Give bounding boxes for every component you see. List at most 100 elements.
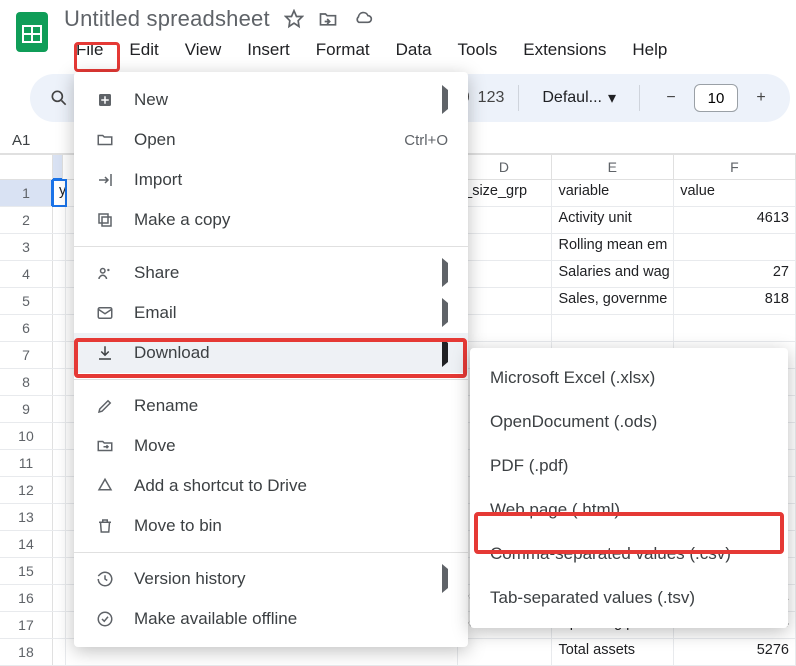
file-menu-version-history[interactable]: Version history: [74, 559, 468, 599]
cell[interactable]: [458, 234, 552, 260]
cell[interactable]: value: [674, 180, 796, 206]
cell[interactable]: [53, 207, 66, 233]
cell[interactable]: [674, 234, 796, 260]
menu-format[interactable]: Format: [304, 36, 382, 64]
cell[interactable]: 4613: [674, 207, 796, 233]
row-head[interactable]: 14: [0, 531, 53, 557]
cell[interactable]: [53, 477, 66, 503]
cloud-status-icon[interactable]: [352, 9, 374, 29]
move-folder-icon[interactable]: [318, 9, 338, 29]
doc-title[interactable]: Untitled spreadsheet: [64, 6, 270, 32]
cell[interactable]: [53, 396, 66, 422]
cell[interactable]: 818: [674, 288, 796, 314]
cell[interactable]: Activity unit: [552, 207, 674, 233]
row-head[interactable]: 11: [0, 450, 53, 476]
row-head[interactable]: 9: [0, 396, 53, 422]
menu-view[interactable]: View: [173, 36, 234, 64]
download-csv[interactable]: Comma-separated values (.csv): [470, 532, 788, 576]
download-pdf[interactable]: PDF (.pdf): [470, 444, 788, 488]
file-menu-rename[interactable]: Rename: [74, 386, 468, 426]
menu-tools[interactable]: Tools: [446, 36, 510, 64]
cell[interactable]: Total assets: [552, 639, 674, 665]
menu-help[interactable]: Help: [620, 36, 679, 64]
file-menu-email[interactable]: Email: [74, 293, 468, 333]
name-box[interactable]: A1: [12, 132, 56, 149]
fontsize-increase-button[interactable]: +: [744, 81, 778, 115]
row-head[interactable]: 13: [0, 504, 53, 530]
file-menu-new[interactable]: New: [74, 80, 468, 120]
file-menu-download[interactable]: Download: [74, 333, 468, 373]
cell[interactable]: [53, 450, 66, 476]
fontsize-decrease-button[interactable]: −: [654, 81, 688, 115]
row-head[interactable]: 8: [0, 369, 53, 395]
cell[interactable]: [53, 315, 66, 341]
row-head[interactable]: 5: [0, 288, 53, 314]
cell[interactable]: [53, 288, 66, 314]
menu-data[interactable]: Data: [384, 36, 444, 64]
cell[interactable]: [53, 261, 66, 287]
cell[interactable]: 5276: [674, 639, 796, 665]
cell[interactable]: _size_grp: [458, 180, 552, 206]
col-head-e[interactable]: E: [552, 155, 674, 179]
cell[interactable]: [458, 288, 552, 314]
cell-a1[interactable]: y: [53, 180, 66, 206]
search-icon[interactable]: [42, 81, 76, 115]
row-head[interactable]: 10: [0, 423, 53, 449]
cell[interactable]: Salaries and wag: [552, 261, 674, 287]
cell[interactable]: [458, 639, 552, 665]
row-head[interactable]: 17: [0, 612, 53, 638]
file-menu-share[interactable]: Share: [74, 253, 468, 293]
cell[interactable]: [53, 639, 66, 665]
row-head[interactable]: 1: [0, 180, 53, 206]
fontsize-input[interactable]: [694, 84, 738, 112]
menu-insert[interactable]: Insert: [235, 36, 302, 64]
cell[interactable]: [53, 234, 66, 260]
file-menu-available-offline[interactable]: Make available offline: [74, 599, 468, 639]
number-format-button[interactable]: 123: [478, 89, 505, 107]
download-ods[interactable]: OpenDocument (.ods): [470, 400, 788, 444]
cell[interactable]: 27: [674, 261, 796, 287]
star-icon[interactable]: [284, 9, 304, 29]
cell[interactable]: [53, 369, 66, 395]
file-menu-open[interactable]: Open Ctrl+O: [74, 120, 468, 160]
sheets-logo[interactable]: [12, 6, 52, 58]
download-xlsx[interactable]: Microsoft Excel (.xlsx): [470, 356, 788, 400]
font-family-dropdown[interactable]: Defaul...▾: [533, 83, 625, 113]
row-head[interactable]: 18: [0, 639, 53, 665]
menu-edit[interactable]: Edit: [117, 36, 170, 64]
cell[interactable]: [53, 585, 66, 611]
cell[interactable]: [458, 207, 552, 233]
row-head[interactable]: 12: [0, 477, 53, 503]
cell[interactable]: [53, 504, 66, 530]
menu-file[interactable]: File: [64, 36, 115, 64]
cell[interactable]: [53, 531, 66, 557]
file-menu-move-to-bin[interactable]: Move to bin: [74, 506, 468, 546]
cell[interactable]: [552, 315, 674, 341]
file-menu-move[interactable]: Move: [74, 426, 468, 466]
col-head-f[interactable]: F: [674, 155, 796, 179]
row-head[interactable]: 3: [0, 234, 53, 260]
row-head[interactable]: 4: [0, 261, 53, 287]
file-menu-import[interactable]: Import: [74, 160, 468, 200]
col-head-d[interactable]: D: [457, 155, 552, 179]
menu-extensions[interactable]: Extensions: [511, 36, 618, 64]
cell[interactable]: Sales, governme: [552, 288, 674, 314]
cell[interactable]: [674, 315, 796, 341]
file-menu-make-copy[interactable]: Make a copy: [74, 200, 468, 240]
row-head[interactable]: 7: [0, 342, 53, 368]
row-head[interactable]: 6: [0, 315, 53, 341]
col-head-a-sliver[interactable]: [53, 155, 63, 179]
row-head[interactable]: 16: [0, 585, 53, 611]
row-head[interactable]: 15: [0, 558, 53, 584]
file-menu-add-shortcut[interactable]: Add a shortcut to Drive: [74, 466, 468, 506]
cell[interactable]: [53, 612, 66, 638]
cell[interactable]: variable: [552, 180, 674, 206]
cell[interactable]: [458, 315, 552, 341]
download-html[interactable]: Web page (.html): [470, 488, 788, 532]
cell[interactable]: [53, 558, 66, 584]
cell[interactable]: [53, 423, 66, 449]
row-head[interactable]: 2: [0, 207, 53, 233]
download-tsv[interactable]: Tab-separated values (.tsv): [470, 576, 788, 620]
cell[interactable]: [458, 261, 552, 287]
cell[interactable]: Rolling mean em: [552, 234, 674, 260]
